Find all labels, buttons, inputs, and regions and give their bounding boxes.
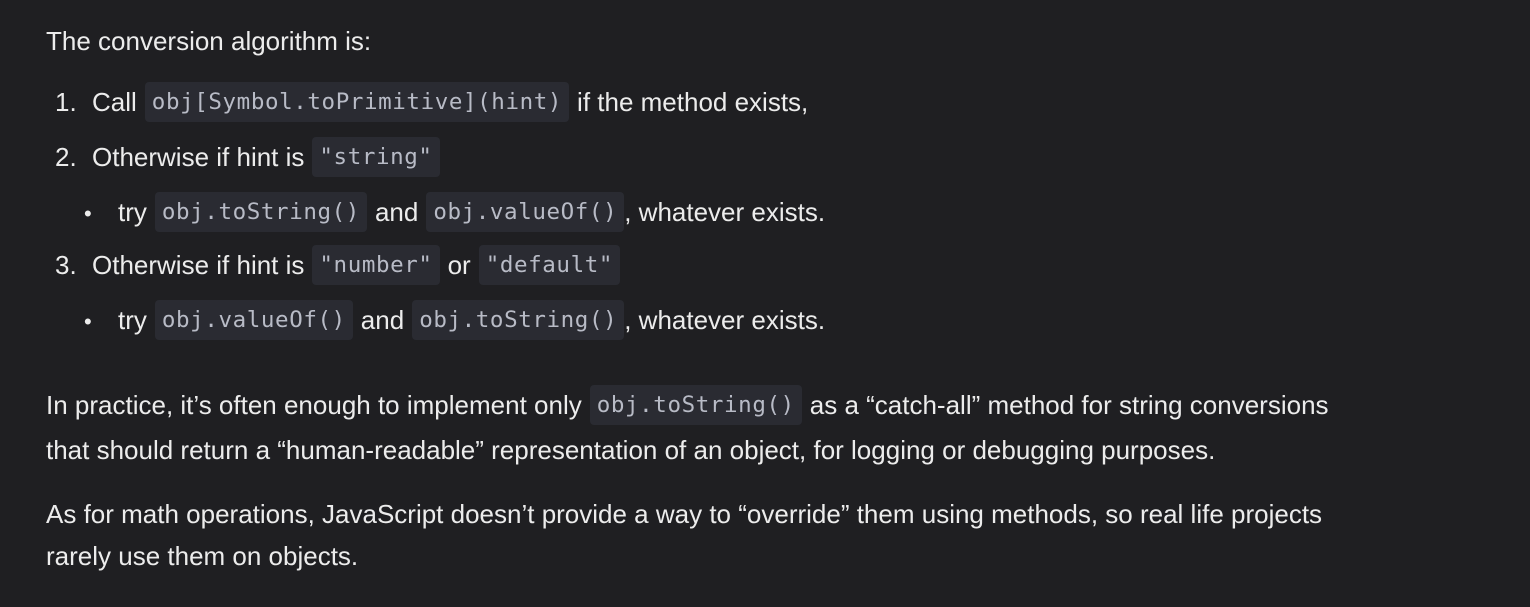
inline-code: obj.toString() <box>154 192 367 232</box>
sub-list-item: • try obj.toString() and obj.valueOf(), what… <box>84 192 825 234</box>
inline-code: obj.valueOf() <box>426 192 625 232</box>
bullet-icon: • <box>84 201 92 226</box>
sub-text: , whatever exists. <box>624 305 826 335</box>
paragraph-1-line-1: In practice, it’s often enough to implem… <box>46 385 1329 425</box>
inline-code: obj.toString() <box>412 300 625 340</box>
list-item-2: 2. Otherwise if hint is "string" <box>55 137 440 177</box>
sub-text: , whatever exists. <box>624 197 826 227</box>
paragraph-text: as a “catch-all” method for string conve… <box>809 390 1329 420</box>
intro-text: The conversion algorithm is: <box>46 26 372 56</box>
step-text: or <box>447 250 471 280</box>
list-item-3: 3. Otherwise if hint is "number" or "default… <box>55 245 621 285</box>
paragraph-1-line-2: that should return a “human-readable” re… <box>46 435 1216 465</box>
sub-text: try <box>118 197 147 227</box>
list-item-1: 1. Call obj[Symbol.toPrimitive](hint) if th… <box>55 82 808 122</box>
inline-code: "string" <box>312 137 440 177</box>
inline-code: obj.toString() <box>589 385 802 425</box>
sub-text: and <box>374 197 419 227</box>
step-text: Otherwise if hint is <box>92 250 305 280</box>
paragraph-text: In practice, it’s often enough to implem… <box>46 390 582 420</box>
list-number: 2. <box>55 142 77 172</box>
inline-code: obj[Symbol.toPrimitive](hint) <box>144 82 570 122</box>
inline-code: obj.valueOf() <box>154 300 353 340</box>
sub-text: try <box>118 305 147 335</box>
step-text: Call <box>92 87 137 117</box>
list-number: 3. <box>55 250 77 280</box>
list-number: 1. <box>55 87 77 117</box>
step-text: Otherwise if hint is <box>92 142 305 172</box>
step-text: if the method exists, <box>577 87 809 117</box>
inline-code: "default" <box>478 245 621 285</box>
bullet-icon: • <box>84 309 92 334</box>
paragraph-2-line-2: rarely use them on objects. <box>46 541 359 571</box>
paragraph-2-line-1: As for math operations, JavaScript doesn… <box>46 499 1323 529</box>
inline-code: "number" <box>312 245 440 285</box>
sub-list-item: • try obj.valueOf() and obj.toString(), what… <box>84 300 825 342</box>
sub-text: and <box>360 305 405 335</box>
